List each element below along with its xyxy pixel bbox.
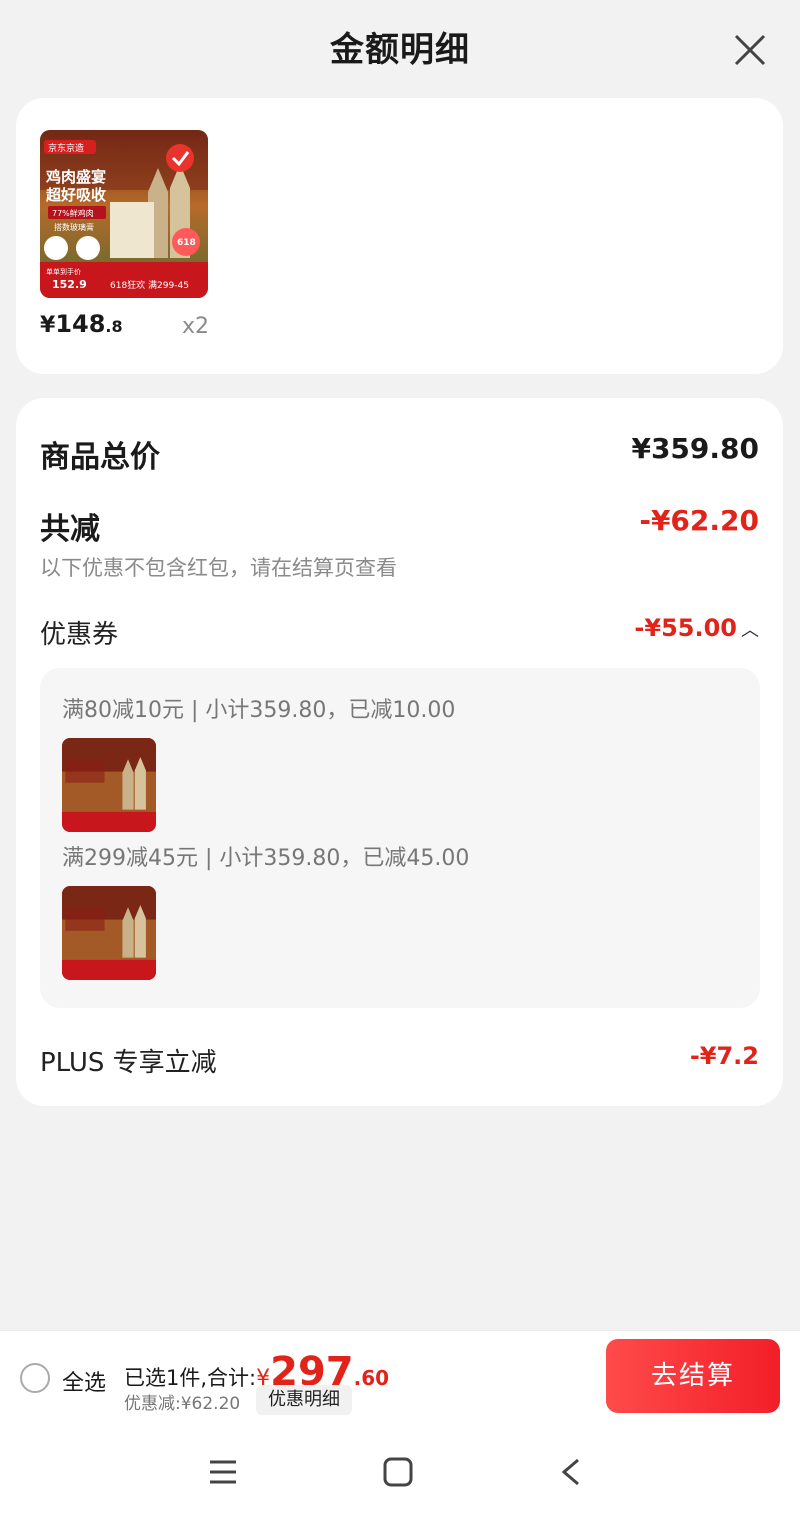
select-all-radio[interactable] <box>20 1363 50 1393</box>
price-symbol: ¥ <box>40 313 56 338</box>
plus-value: -¥7.2 <box>689 1042 759 1070</box>
goods-total-label: 商品总价 <box>40 440 160 475</box>
image-low-price: 152.9 <box>52 278 87 291</box>
back-icon[interactable] <box>552 1452 592 1492</box>
summary-card: 商品总价 ¥359.80 共减 -¥62.20 以下优惠不包含红包，请在结算页查… <box>16 398 783 1106</box>
selected-text: 已选1件,合计: <box>124 1366 257 1390</box>
goods-total-value: ¥359.80 <box>631 432 759 465</box>
discount-info: 优惠减:¥62.20 <box>124 1394 241 1414</box>
reduction-label: 共减 <box>40 512 100 547</box>
image-sub: 搭数玻璃膏 <box>54 222 94 232</box>
checkout-bar: 全选 已选1件,合计:¥297.60 优惠减:¥62.20 优惠明细 去结算 <box>0 1330 800 1424</box>
coupon-value-wrap: -¥55.00 ︿ <box>634 614 759 642</box>
image-headline-1: 鸡肉盛宴 <box>45 168 106 186</box>
menu-icon[interactable] <box>202 1452 242 1492</box>
thumb-art-2 <box>62 886 156 980</box>
select-all-label[interactable]: 全选 <box>62 1365 106 1397</box>
discount-detail-button[interactable]: 优惠明细 <box>256 1385 352 1415</box>
reduction-row: 共减 -¥62.20 <box>40 504 759 547</box>
goods-total-row: 商品总价 ¥359.80 <box>40 432 759 475</box>
image-promo: 618狂欢 满299-45 <box>110 279 189 291</box>
checkout-button[interactable]: 去结算 <box>606 1339 780 1413</box>
coupon-value: -¥55.00 <box>634 614 737 642</box>
coupon-product-thumb-1 <box>62 738 156 832</box>
image-sticker: 618 <box>177 238 196 248</box>
thumb-art-1 <box>62 738 156 832</box>
chevron-up-icon[interactable]: ︿ <box>741 620 759 641</box>
product-image-art: 京东京造 鸡肉盛宴 超好吸收 77%鲜鸡肉 搭数玻璃膏 618 单单到手价 15… <box>40 130 208 298</box>
plus-label: PLUS 专享立减 <box>40 1048 217 1078</box>
system-nav-bar <box>0 1424 800 1516</box>
coupon-line-2: 满299减45元 | 小计359.80，已减45.00 <box>62 846 470 871</box>
coupon-row[interactable]: 优惠券 -¥55.00 ︿ <box>40 614 759 650</box>
close-icon[interactable] <box>730 30 770 70</box>
product-card: 京东京造 鸡肉盛宴 超好吸收 77%鲜鸡肉 搭数玻璃膏 618 单单到手价 15… <box>16 98 783 374</box>
image-headline-2: 超好吸收 <box>45 186 106 204</box>
home-icon[interactable] <box>378 1452 418 1492</box>
image-low-price-label: 单单到手价 <box>46 267 81 276</box>
coupon-product-thumb-2 <box>62 886 156 980</box>
product-quantity: x2 <box>182 314 210 339</box>
coupon-label: 优惠券 <box>40 620 119 650</box>
coupon-line-1: 满80减10元 | 小计359.80，已减10.00 <box>62 698 456 723</box>
plus-row: PLUS 专享立减 -¥7.2 <box>40 1042 759 1078</box>
product-price: ¥148.8 <box>40 310 123 338</box>
price-decimal: .8 <box>105 317 123 336</box>
reduction-note: 以下优惠不包含红包，请在结算页查看 <box>40 556 397 580</box>
reduction-value: -¥62.20 <box>639 504 759 537</box>
price-integer: 148 <box>55 310 106 338</box>
coupon-detail-box: 满80减10元 | 小计359.80，已减10.00 满299减45元 | 小计… <box>40 668 760 1008</box>
total-decimal: .60 <box>353 1366 390 1390</box>
image-brand: 京东京造 <box>48 142 84 154</box>
sheet-header: 金额明细 <box>0 22 800 78</box>
image-tag: 77%鲜鸡肉 <box>52 208 94 218</box>
product-image[interactable]: 京东京造 鸡肉盛宴 超好吸收 77%鲜鸡肉 搭数玻璃膏 618 单单到手价 15… <box>40 130 208 298</box>
amount-detail-sheet: 金额明细 京东京造 鸡肉盛宴 超好吸收 77%鲜鸡肉 搭数玻璃膏 618 单单到… <box>0 0 800 1330</box>
sheet-title: 金额明细 <box>330 30 470 70</box>
